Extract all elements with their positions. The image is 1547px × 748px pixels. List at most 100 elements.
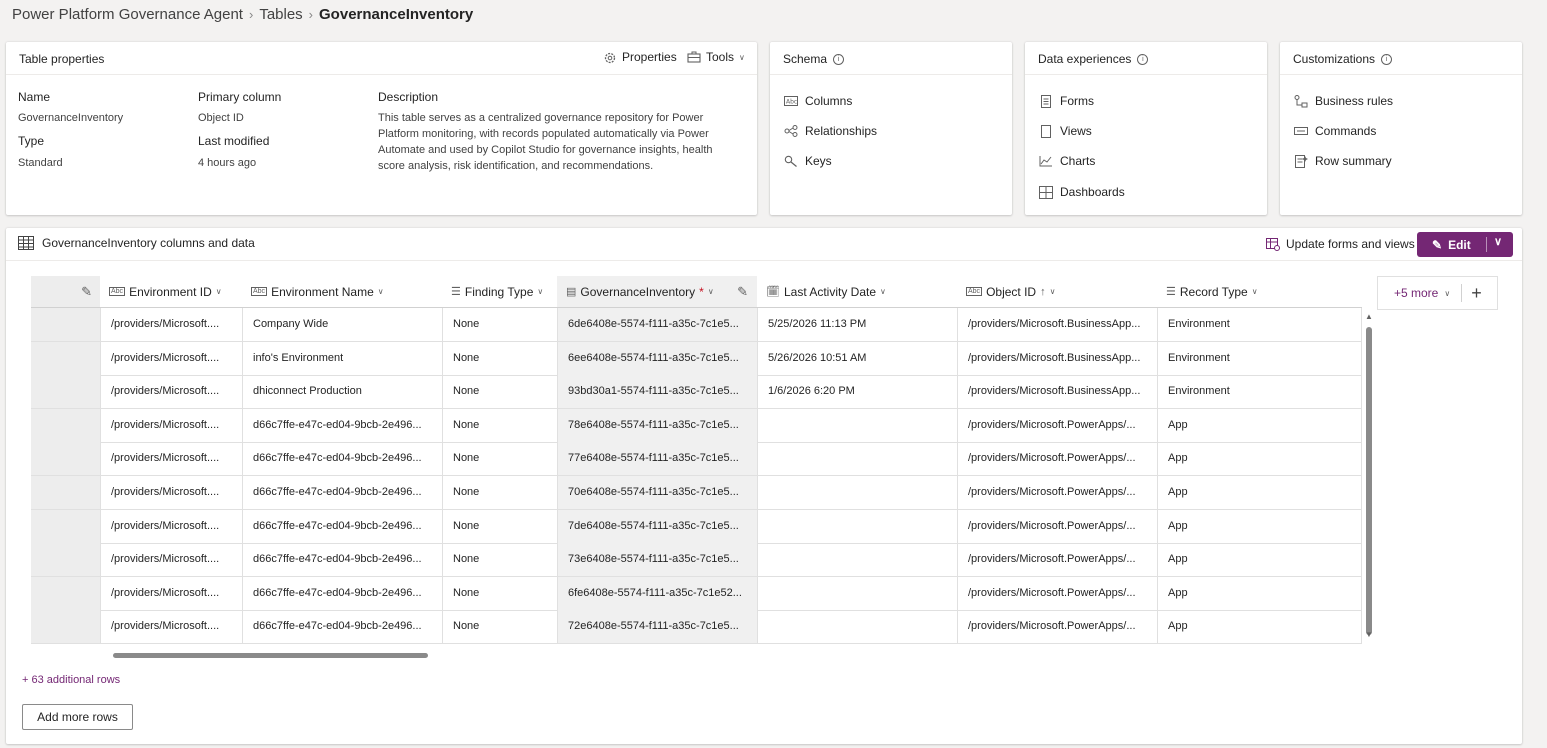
table-cell[interactable] [758, 543, 958, 576]
table-row[interactable]: /providers/Microsoft.... d66c7ffe-e47c-ed… [31, 577, 1362, 611]
add-column-icon[interactable]: + [1471, 283, 1482, 304]
table-cell[interactable]: /providers/Microsoft.BusinessApp... [958, 308, 1158, 341]
table-cell[interactable]: d66c7ffe-e47c-ed04-9bcb-2e496... [243, 442, 443, 475]
info-icon[interactable]: i [1137, 53, 1149, 65]
row-selector[interactable] [31, 375, 101, 408]
table-cell[interactable]: 5/26/2026 10:51 AM [758, 342, 958, 375]
table-cell[interactable] [758, 409, 958, 442]
table-row[interactable]: /providers/Microsoft.... d66c7ffe-e47c-ed… [31, 610, 1362, 644]
breadcrumb-agent[interactable]: Power Platform Governance Agent [12, 6, 243, 23]
table-cell[interactable]: Company Wide [243, 308, 443, 341]
table-cell[interactable]: None [443, 442, 558, 475]
forms-link[interactable]: Forms [1039, 94, 1094, 108]
column-header-environment-name[interactable]: Abc Environment Name ∨ [243, 276, 441, 307]
schema-keys-link[interactable]: Keys [784, 154, 832, 168]
table-cell[interactable]: None [443, 342, 558, 375]
table-cell[interactable]: /providers/Microsoft.PowerApps/... [958, 442, 1158, 475]
table-cell[interactable]: 93bd30a1-5574-f111-a35c-7c1e5... [558, 375, 758, 408]
column-header-finding-type[interactable]: ☰ Finding Type ∨ [443, 276, 557, 307]
table-cell[interactable]: /providers/Microsoft.... [101, 476, 243, 509]
horizontal-scrollbar-thumb[interactable] [113, 653, 428, 658]
table-cell[interactable]: /providers/Microsoft.... [101, 577, 243, 610]
row-selector[interactable] [31, 409, 101, 442]
table-cell[interactable]: 70e6408e-5574-f111-a35c-7c1e5... [558, 476, 758, 509]
table-cell[interactable]: d66c7ffe-e47c-ed04-9bcb-2e496... [243, 476, 443, 509]
column-header-object-id[interactable]: Abc Object ID ↑ ∨ [958, 276, 1156, 307]
table-cell[interactable]: App [1158, 442, 1362, 475]
table-cell[interactable]: dhiconnect Production [243, 375, 443, 408]
table-cell[interactable]: None [443, 610, 558, 643]
scroll-down-icon[interactable]: ▼ [1365, 630, 1373, 639]
commands-link[interactable]: Commands [1294, 124, 1376, 138]
schema-relationships-link[interactable]: Relationships [784, 124, 877, 138]
table-cell[interactable]: /providers/Microsoft.BusinessApp... [958, 342, 1158, 375]
table-cell[interactable]: 6fe6408e-5574-f111-a35c-7c1e52... [558, 577, 758, 610]
tools-button[interactable]: Tools ∨ [687, 50, 745, 64]
more-columns-button[interactable]: +5 more ∨ + [1377, 276, 1498, 310]
info-icon[interactable]: i [1381, 53, 1393, 65]
table-cell[interactable]: Environment [1158, 375, 1362, 408]
info-icon[interactable]: i [833, 53, 845, 65]
table-cell[interactable] [758, 510, 958, 543]
column-header-environment-id[interactable]: Abc Environment ID ∨ [101, 276, 241, 307]
table-cell[interactable]: 72e6408e-5574-f111-a35c-7c1e5... [558, 610, 758, 643]
additional-rows-link[interactable]: + 63 additional rows [22, 674, 120, 686]
schema-columns-link[interactable]: Abc Columns [784, 94, 852, 108]
row-selector[interactable] [31, 442, 101, 475]
table-cell[interactable]: 78e6408e-5574-f111-a35c-7c1e5... [558, 409, 758, 442]
business-rules-link[interactable]: Business rules [1294, 94, 1393, 108]
table-cell[interactable]: App [1158, 409, 1362, 442]
table-cell[interactable]: d66c7ffe-e47c-ed04-9bcb-2e496... [243, 610, 443, 643]
table-cell[interactable]: /providers/Microsoft.... [101, 442, 243, 475]
table-row[interactable]: /providers/Microsoft.... dhiconnect Produ… [31, 375, 1362, 409]
table-cell[interactable]: 7de6408e-5574-f111-a35c-7c1e5... [558, 510, 758, 543]
vertical-scrollbar[interactable]: ▲ ▼ [1364, 312, 1374, 642]
table-row[interactable]: /providers/Microsoft.... d66c7ffe-e47c-ed… [31, 476, 1362, 510]
table-cell[interactable]: App [1158, 543, 1362, 576]
table-cell[interactable]: /providers/Microsoft.PowerApps/... [958, 476, 1158, 509]
table-cell[interactable]: /providers/Microsoft.... [101, 409, 243, 442]
scrollbar-thumb[interactable] [1366, 327, 1372, 635]
table-cell[interactable] [758, 442, 958, 475]
table-cell[interactable]: /providers/Microsoft.PowerApps/... [958, 577, 1158, 610]
table-row[interactable]: /providers/Microsoft.... d66c7ffe-e47c-ed… [31, 409, 1362, 443]
edit-button[interactable]: ✎ Edit ∨ [1417, 232, 1513, 257]
table-cell[interactable]: 6ee6408e-5574-f111-a35c-7c1e5... [558, 342, 758, 375]
table-cell[interactable]: d66c7ffe-e47c-ed04-9bcb-2e496... [243, 510, 443, 543]
charts-link[interactable]: Charts [1039, 154, 1095, 168]
table-row[interactable]: /providers/Microsoft.... d66c7ffe-e47c-ed… [31, 442, 1362, 476]
table-cell[interactable]: /providers/Microsoft.PowerApps/... [958, 510, 1158, 543]
row-selector[interactable] [31, 476, 101, 509]
table-cell[interactable]: Environment [1158, 308, 1362, 341]
table-cell[interactable]: /providers/Microsoft.... [101, 510, 243, 543]
table-cell[interactable]: d66c7ffe-e47c-ed04-9bcb-2e496... [243, 543, 443, 576]
pencil-icon[interactable]: ✎ [31, 276, 100, 307]
table-cell[interactable] [758, 476, 958, 509]
table-cell[interactable]: None [443, 308, 558, 341]
table-row[interactable]: /providers/Microsoft.... Company Wide None… [31, 308, 1362, 342]
table-cell[interactable]: App [1158, 510, 1362, 543]
dashboards-link[interactable]: Dashboards [1039, 185, 1125, 199]
row-selector[interactable] [31, 577, 101, 610]
table-cell[interactable]: None [443, 543, 558, 576]
table-cell[interactable]: d66c7ffe-e47c-ed04-9bcb-2e496... [243, 409, 443, 442]
row-selector[interactable] [31, 543, 101, 576]
table-cell[interactable]: /providers/Microsoft.... [101, 375, 243, 408]
table-cell[interactable]: /providers/Microsoft.... [101, 342, 243, 375]
column-header-record-type[interactable]: ☰ Record Type ∨ [1158, 276, 1356, 307]
views-link[interactable]: Views [1039, 124, 1092, 138]
table-cell[interactable]: None [443, 510, 558, 543]
chevron-down-icon[interactable]: ∨ [1494, 235, 1502, 248]
table-cell[interactable]: /providers/Microsoft.PowerApps/... [958, 543, 1158, 576]
table-cell[interactable]: info's Environment [243, 342, 443, 375]
table-cell[interactable]: 5/25/2026 11:13 PM [758, 308, 958, 341]
table-cell[interactable]: /providers/Microsoft.... [101, 610, 243, 643]
row-selector[interactable] [31, 342, 101, 375]
table-row[interactable]: /providers/Microsoft.... info's Environme… [31, 342, 1362, 376]
table-cell[interactable] [758, 577, 958, 610]
properties-button[interactable]: Properties [603, 50, 677, 64]
table-row[interactable]: /providers/Microsoft.... d66c7ffe-e47c-ed… [31, 510, 1362, 544]
table-cell[interactable]: None [443, 476, 558, 509]
column-header-last-activity-date[interactable]: 🗓 Last Activity Date ∨ [758, 276, 956, 307]
table-cell[interactable]: App [1158, 577, 1362, 610]
